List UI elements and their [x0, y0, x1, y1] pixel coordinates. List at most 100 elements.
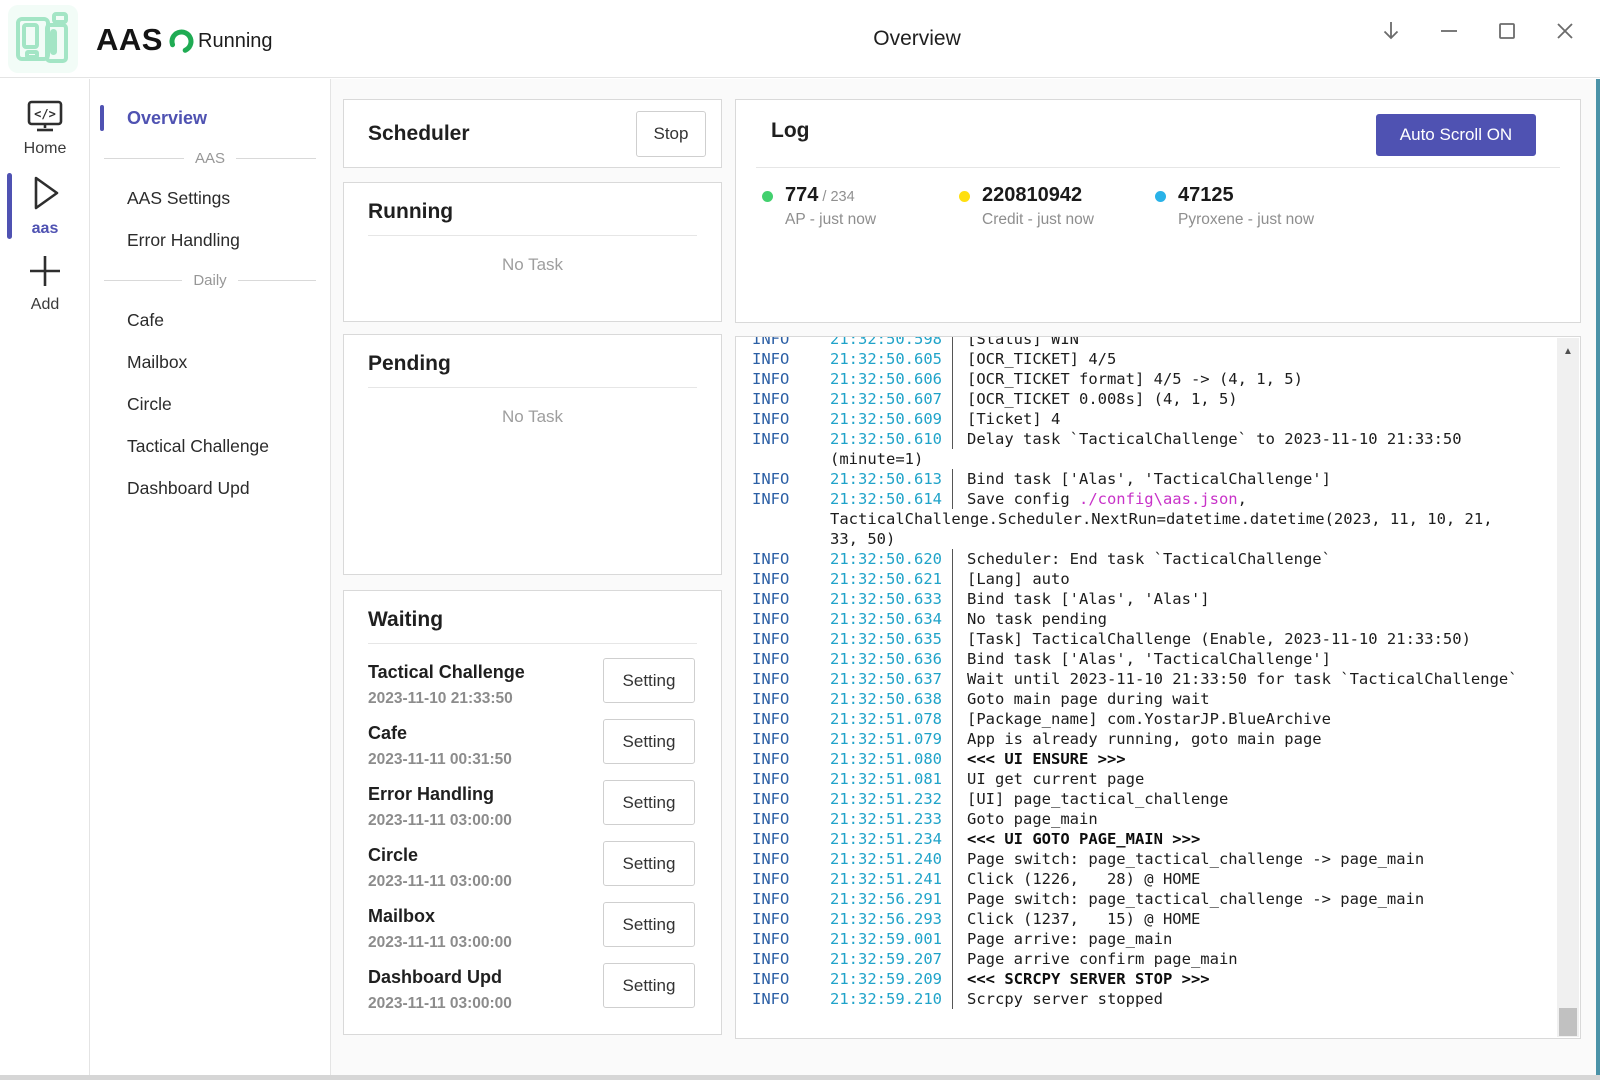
maximize-button[interactable] [1494, 18, 1520, 44]
nav-item-dashboard-upd[interactable]: Dashboard Upd [90, 467, 330, 509]
log-message: [OCR_TICKET 0.008s] (4, 1, 5) [952, 389, 1557, 409]
log-level: INFO [752, 349, 830, 369]
log-line: INFO21:32:50.605[OCR_TICKET] 4/5 [752, 349, 1557, 369]
nav-item-error-handling[interactable]: Error Handling [90, 219, 330, 261]
log-line: INFO21:32:50.598[Status] WIN [752, 337, 1557, 349]
task-setting-button[interactable]: Setting [603, 658, 695, 703]
nav-item-overview[interactable]: Overview [90, 97, 330, 139]
log-line: INFO21:32:50.613Bind task ['Alas', 'Tact… [752, 469, 1557, 489]
minimize-button[interactable] [1436, 18, 1462, 44]
nav-item-cafe[interactable]: Cafe [90, 299, 330, 341]
log-line: INFO21:32:51.081UI get current page [752, 769, 1557, 789]
divider-line [104, 280, 182, 281]
log-message: Page arrive confirm page_main [952, 949, 1557, 969]
rail-item-home[interactable]: </> Home [0, 99, 90, 158]
download-update-button[interactable] [1378, 18, 1404, 44]
log-line: INFO21:32:56.291Page switch: page_tactic… [752, 889, 1557, 909]
log-line: INFO21:32:50.634No task pending [752, 609, 1557, 629]
log-message: [Ticket] 4 [952, 409, 1557, 429]
log-level: INFO [752, 669, 830, 689]
log-message: [Package_name] com.YostarJP.BlueArchive [952, 709, 1557, 729]
nav-panel: OverviewAASAAS SettingsError HandlingDai… [90, 79, 331, 1080]
log-scrollbar[interactable]: ▲ [1557, 338, 1579, 1037]
rail-item-add[interactable]: Add [0, 251, 90, 314]
log-level: INFO [752, 549, 830, 569]
divider [756, 167, 1560, 168]
waiting-task-cafe: Cafe2023-11-11 00:31:50Setting [368, 714, 697, 775]
log-timestamp: 21:32:59.001 [830, 929, 952, 949]
app-name: AAS [96, 22, 163, 58]
nav-item-aas-settings[interactable]: AAS Settings [90, 177, 330, 219]
main-content: Scheduler Stop Running No Task Pending N… [331, 79, 1600, 1080]
log-message: <<< UI GOTO PAGE_MAIN >>> [952, 829, 1557, 849]
log-message: [OCR_TICKET format] 4/5 -> (4, 1, 5) [952, 369, 1557, 389]
log-timestamp: 21:32:50.613 [830, 469, 952, 489]
divider [368, 387, 697, 388]
log-line: INFO21:32:50.614Save config ./config\aas… [752, 489, 1557, 509]
task-setting-button[interactable]: Setting [603, 780, 695, 825]
log-line: INFO21:32:50.635[Task] TacticalChallenge… [752, 629, 1557, 649]
plus-icon [25, 251, 65, 291]
log-level: INFO [752, 629, 830, 649]
log-timestamp: 21:32:51.232 [830, 789, 952, 809]
divider [368, 643, 697, 644]
log-line: INFO21:32:59.001Page arrive: page_main [752, 929, 1557, 949]
app-logo-icon [14, 11, 72, 67]
log-message: Page switch: page_tactical_challenge -> … [952, 849, 1557, 869]
pending-card: Pending No Task [343, 334, 722, 575]
log-level: INFO [752, 389, 830, 409]
log-level: INFO [752, 829, 830, 849]
log-output-panel[interactable]: INFO21:32:50.598[Status] WININFO21:32:50… [735, 336, 1581, 1039]
log-timestamp: 21:32:51.080 [830, 749, 952, 769]
log-title: Log [771, 119, 809, 143]
log-level: INFO [752, 989, 830, 1009]
nav-item-tactical-challenge[interactable]: Tactical Challenge [90, 425, 330, 467]
stat-label: AP - just now [785, 211, 876, 229]
log-message: Bind task ['Alas', 'Alas'] [952, 589, 1557, 609]
task-setting-button[interactable]: Setting [603, 902, 695, 947]
close-button[interactable] [1552, 18, 1578, 44]
log-line: INFO21:32:50.620Scheduler: End task `Tac… [752, 549, 1557, 569]
log-line: INFO21:32:56.293Click (1237, 15) @ HOME [752, 909, 1557, 929]
log-message: [Status] WIN [952, 337, 1557, 349]
stat-value: 47125 [1178, 184, 1234, 206]
log-message: Scrcpy server stopped [952, 989, 1557, 1009]
rail-item-aas[interactable]: aas [0, 171, 90, 238]
log-level: INFO [752, 369, 830, 389]
log-message: Scheduler: End task `TacticalChallenge` [952, 549, 1557, 569]
log-message: (minute=1) [830, 449, 1557, 469]
titlebar: AAS Running Overview [0, 0, 1600, 78]
log-timestamp: 21:32:50.610 [830, 429, 952, 449]
log-timestamp: 21:32:50.614 [830, 489, 952, 509]
log-message: [UI] page_tactical_challenge [952, 789, 1557, 809]
nav-item-circle[interactable]: Circle [90, 383, 330, 425]
task-setting-button[interactable]: Setting [603, 841, 695, 886]
log-line: INFO21:32:50.609[Ticket] 4 [752, 409, 1557, 429]
scheduler-stop-button[interactable]: Stop [636, 111, 706, 157]
log-timestamp: 21:32:50.607 [830, 389, 952, 409]
scrollbar-up-arrow-icon[interactable]: ▲ [1557, 346, 1579, 357]
log-level: INFO [752, 469, 830, 489]
log-timestamp: 21:32:50.598 [830, 337, 952, 349]
log-level: INFO [752, 969, 830, 989]
play-icon [24, 171, 66, 215]
log-timestamp: 21:32:51.234 [830, 829, 952, 849]
log-level: INFO [752, 929, 830, 949]
auto-scroll-toggle-button[interactable]: Auto Scroll ON [1376, 114, 1536, 156]
log-timestamp: 21:32:50.605 [830, 349, 952, 369]
task-setting-button[interactable]: Setting [603, 963, 695, 1008]
log-message: Click (1226, 28) @ HOME [952, 869, 1557, 889]
log-level: INFO [752, 609, 830, 629]
waiting-task-tactical-challenge: Tactical Challenge2023-11-10 21:33:50Set… [368, 653, 697, 714]
log-message: <<< UI ENSURE >>> [952, 749, 1557, 769]
log-timestamp: 21:32:50.633 [830, 589, 952, 609]
pending-title: Pending [368, 352, 451, 375]
log-line: INFO21:32:51.234<<< UI GOTO PAGE_MAIN >>… [752, 829, 1557, 849]
stat-dot-icon [762, 191, 773, 202]
log-line: TacticalChallenge.Scheduler.NextRun=date… [752, 509, 1557, 529]
task-setting-button[interactable]: Setting [603, 719, 695, 764]
log-line: INFO21:32:59.210Scrcpy server stopped [752, 989, 1557, 1009]
scrollbar-thumb[interactable] [1559, 1008, 1577, 1036]
nav-item-mailbox[interactable]: Mailbox [90, 341, 330, 383]
running-spinner-icon [168, 28, 195, 55]
